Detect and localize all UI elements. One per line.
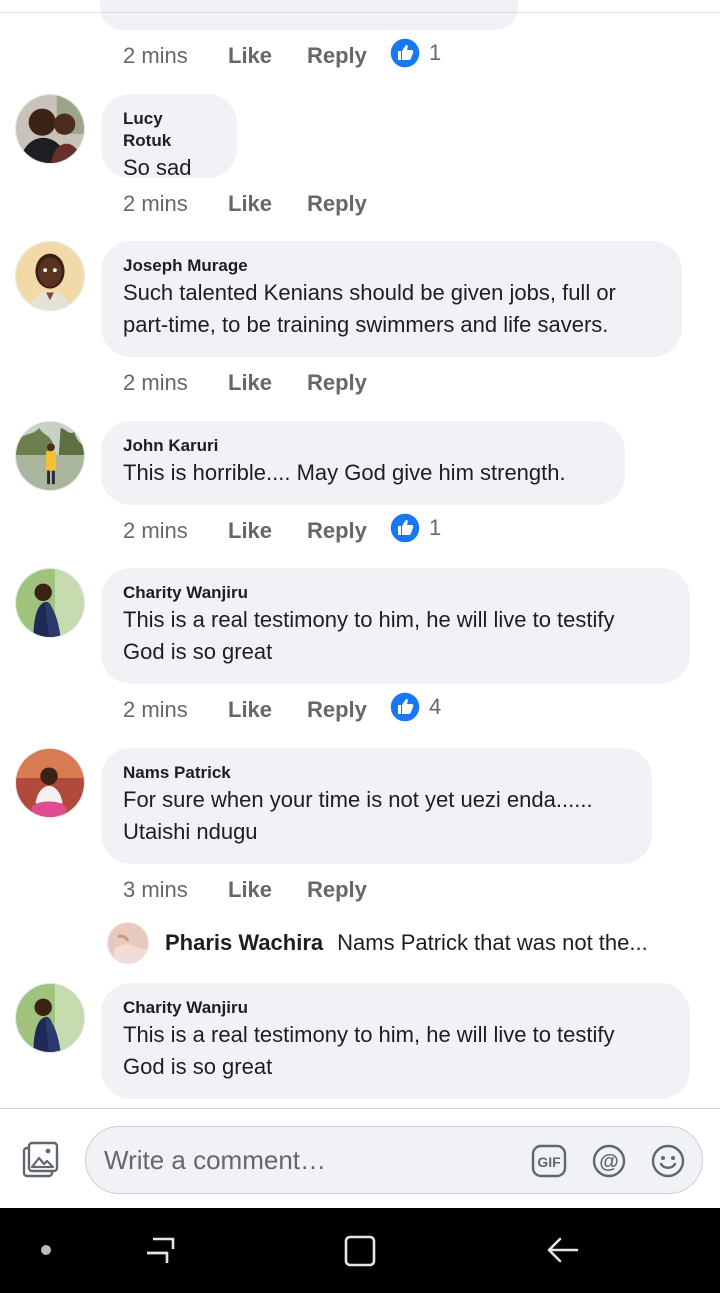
- comment-input[interactable]: [104, 1127, 524, 1193]
- reply-button[interactable]: Reply: [307, 370, 389, 396]
- comment-actions: 2 mins Like Reply 4: [123, 691, 441, 725]
- gif-icon[interactable]: GIF: [531, 1144, 567, 1178]
- comment-author[interactable]: Joseph Murage: [123, 255, 660, 277]
- avatar[interactable]: [15, 568, 85, 638]
- comment-bubble[interactable]: Lucy Rotuk So sad: [101, 94, 237, 180]
- home-icon[interactable]: [343, 1234, 377, 1268]
- dot-icon[interactable]: [40, 1244, 52, 1256]
- comment-bubble[interactable]: Joseph Murage Such talented Kenians shou…: [101, 241, 682, 357]
- comment-actions: 2 mins Like Reply: [123, 368, 389, 398]
- like-button[interactable]: Like: [228, 697, 307, 723]
- like-reaction-icon: [389, 37, 421, 69]
- comment-text-line: God is so great: [123, 639, 273, 664]
- back-icon[interactable]: [545, 1235, 579, 1265]
- avatar-photo: [16, 569, 84, 637]
- comment-bubble[interactable]: John Karuri This is horrible.... May God…: [101, 421, 625, 505]
- comment-text-line: This is a real testimony to him, he will…: [123, 1022, 615, 1047]
- comment-time: 2 mins: [123, 518, 188, 543]
- comment-actions: 2 mins Like Reply: [123, 189, 389, 219]
- reply-preview[interactable]: Pharis Wachira Nams Patrick that was not…: [107, 921, 648, 965]
- reply-button[interactable]: Reply: [307, 877, 389, 903]
- avatar-photo: [108, 923, 148, 963]
- comment-time: 3 mins: [123, 877, 188, 902]
- like-button[interactable]: Like: [228, 43, 307, 69]
- avatar-photo: [16, 242, 84, 310]
- comment-text-line: Such talented Kenians should be given jo…: [123, 280, 616, 305]
- avatar-photo: [16, 422, 84, 490]
- reply-button[interactable]: Reply: [307, 43, 389, 69]
- reply-author[interactable]: Pharis Wachira: [165, 930, 323, 956]
- comment-author[interactable]: Nams Patrick: [123, 762, 630, 784]
- reply-button[interactable]: Reply: [307, 697, 389, 723]
- comment-text-line: God is so great: [123, 1054, 273, 1079]
- comment-bubble[interactable]: Nams Patrick For sure when your time is …: [101, 748, 652, 864]
- previous-comment-bubble[interactable]: [100, 0, 518, 30]
- divider: [0, 12, 720, 13]
- like-button[interactable]: Like: [228, 518, 307, 544]
- avatar-photo: [16, 749, 84, 817]
- emoji-icon[interactable]: [650, 1143, 686, 1179]
- avatar[interactable]: [15, 748, 85, 818]
- reply-button[interactable]: Reply: [307, 518, 389, 544]
- reaction-count: 1: [429, 515, 442, 540]
- like-button[interactable]: Like: [228, 370, 307, 396]
- avatar-photo: [16, 95, 84, 163]
- comment-bubble[interactable]: Charity Wanjiru This is a real testimony…: [101, 983, 690, 1099]
- system-navigation-bar: [0, 1208, 720, 1293]
- like-button[interactable]: Like: [228, 877, 307, 903]
- comment-time: 2 mins: [123, 697, 188, 722]
- comment-author[interactable]: Charity Wanjiru: [123, 997, 668, 1019]
- reply-snippet: Nams Patrick that was not the...: [337, 930, 648, 955]
- svg-text:GIF: GIF: [537, 1154, 561, 1170]
- comment-actions: 2 mins Like Reply 1: [123, 37, 441, 71]
- comment-time: 2 mins: [123, 191, 188, 216]
- comment-input-wrapper[interactable]: GIF @: [85, 1126, 703, 1194]
- comment-author[interactable]: John Karuri: [123, 435, 603, 457]
- comment-text: So sad: [123, 155, 192, 180]
- like-reaction-icon: [389, 512, 421, 544]
- photo-icon[interactable]: [20, 1140, 60, 1180]
- avatar[interactable]: [15, 421, 85, 491]
- recent-apps-icon[interactable]: [143, 1235, 177, 1267]
- like-reaction-icon: [389, 691, 421, 723]
- comment-text-line: This is a real testimony to him, he will…: [123, 607, 615, 632]
- avatar[interactable]: [15, 983, 85, 1053]
- comment-composer: GIF @: [0, 1108, 720, 1208]
- at-mention-icon[interactable]: @: [591, 1143, 627, 1179]
- comment-time: 2 mins: [123, 370, 188, 395]
- comment-author[interactable]: Lucy Rotuk: [123, 108, 215, 152]
- avatar[interactable]: [15, 94, 85, 164]
- reaction-summary[interactable]: 1: [389, 37, 441, 69]
- comment-text: This is horrible.... May God give him st…: [123, 460, 566, 485]
- comment-text-line: For sure when your time is not yet uezi …: [123, 787, 593, 812]
- comment-author[interactable]: Charity Wanjiru: [123, 582, 668, 604]
- reply-button[interactable]: Reply: [307, 191, 389, 217]
- comment-text-line: Utaishi ndugu: [123, 819, 258, 844]
- reaction-summary[interactable]: 1: [389, 512, 441, 544]
- reaction-count: 4: [429, 694, 442, 719]
- reply-avatar[interactable]: [107, 922, 149, 964]
- comment-text-line: part-time, to be training swimmers and l…: [123, 312, 609, 337]
- reaction-summary[interactable]: 4: [389, 691, 441, 723]
- comments-screen: 2 mins Like Reply 1 Lucy Rotuk So sad 2 …: [0, 0, 720, 1293]
- comment-actions: 3 mins Like Reply: [123, 875, 389, 905]
- avatar[interactable]: [15, 241, 85, 311]
- like-button[interactable]: Like: [228, 191, 307, 217]
- comment-time: 2 mins: [123, 43, 188, 68]
- avatar-photo: [16, 984, 84, 1052]
- reaction-count: 1: [429, 40, 442, 65]
- svg-text:@: @: [599, 1151, 619, 1173]
- comment-bubble[interactable]: Charity Wanjiru This is a real testimony…: [101, 568, 690, 684]
- comment-actions: 2 mins Like Reply 1: [123, 512, 441, 546]
